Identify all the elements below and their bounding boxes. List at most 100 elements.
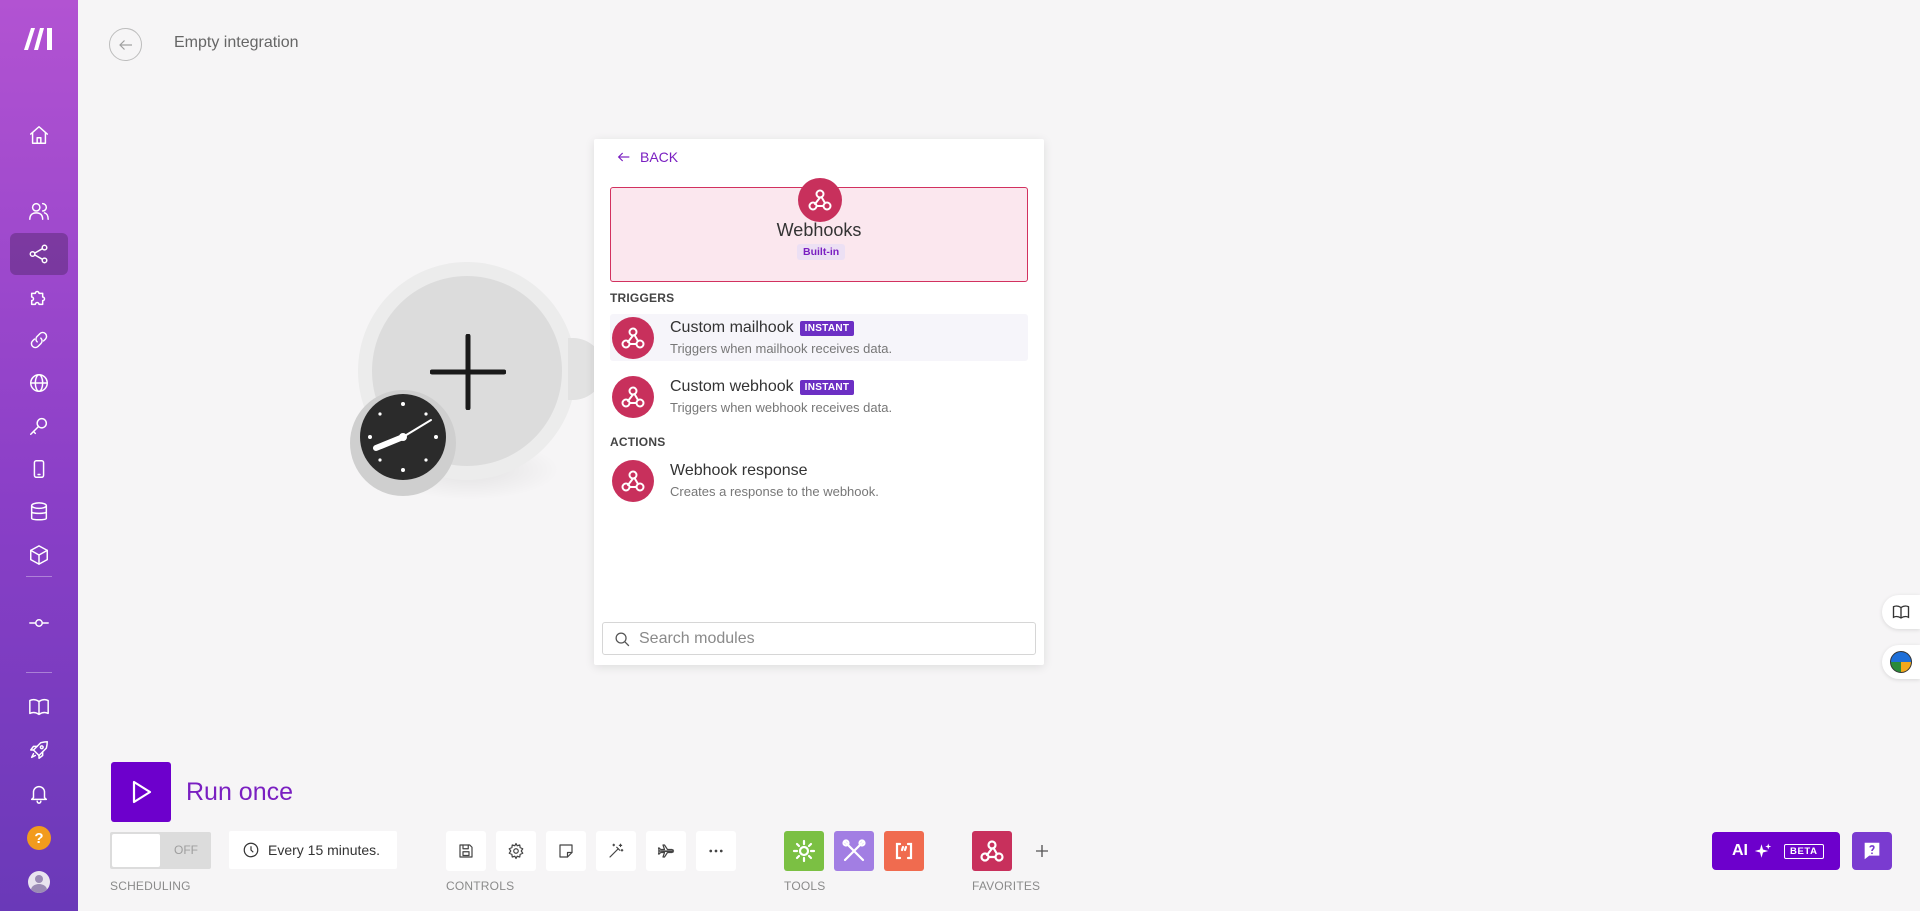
users-icon	[29, 202, 49, 220]
sidebar-item-home[interactable]	[10, 114, 68, 156]
docs-float-button[interactable]	[1882, 595, 1920, 629]
text-parser-tool[interactable]	[884, 831, 924, 871]
instant-badge: INSTANT	[799, 320, 855, 336]
run-once-label[interactable]: Run once	[186, 778, 293, 807]
module-title-text: Custom webhook	[670, 378, 794, 395]
link-icon	[30, 331, 48, 349]
make-logo-icon[interactable]	[20, 24, 58, 54]
module-title-text: Custom mailhook	[670, 319, 794, 336]
tools-label: TOOLS	[784, 879, 826, 893]
commit-icon	[29, 619, 49, 627]
gear-icon	[508, 842, 524, 860]
sidebar-item-devices[interactable]	[10, 448, 68, 490]
panel-back-label: BACK	[640, 149, 679, 165]
sidebar: ?	[0, 0, 78, 911]
run-once-button[interactable]	[111, 762, 171, 822]
module-description: Creates a response to the webhook.	[670, 484, 879, 499]
sidebar-item-webhooks[interactable]	[10, 362, 68, 404]
mobile-icon	[33, 460, 45, 478]
module-title-text: Webhook response	[670, 462, 808, 479]
arrow-left-icon	[118, 39, 132, 50]
key-icon	[30, 417, 48, 435]
bell-icon	[30, 785, 48, 804]
chat-question-icon	[1864, 842, 1880, 860]
home-icon	[30, 126, 48, 144]
clock-icon	[243, 842, 259, 858]
avatar[interactable]	[28, 871, 50, 893]
rocket-icon	[30, 741, 48, 759]
scheduling-toggle[interactable]: OFF	[110, 832, 211, 869]
more-button[interactable]	[696, 831, 736, 871]
book-icon	[1892, 605, 1910, 619]
sidebar-item-connections[interactable]	[10, 319, 68, 361]
sidebar-item-notifications[interactable]	[10, 772, 68, 814]
search-modules-box	[602, 622, 1036, 655]
explain-flow-button[interactable]	[646, 831, 686, 871]
globe-icon	[30, 374, 48, 392]
sparkle-icon	[1754, 843, 1772, 858]
search-icon	[615, 632, 630, 647]
toggle-label: OFF	[174, 843, 198, 857]
sidebar-item-whats-new[interactable]	[10, 729, 68, 771]
search-modules-input[interactable]	[639, 628, 1029, 650]
module-webhook-response[interactable]: Webhook response Creates a response to t…	[610, 457, 1028, 504]
database-icon	[30, 502, 48, 521]
sidebar-item-keys[interactable]	[10, 405, 68, 447]
flow-control-tool[interactable]	[784, 831, 824, 871]
app-card-webhooks[interactable]: Webhooks Built-in	[610, 178, 1028, 282]
sidebar-item-datastores[interactable]	[10, 491, 68, 533]
gear-icon	[792, 839, 816, 863]
module-custom-mailhook[interactable]: Custom mailhook INSTANT Triggers when ma…	[610, 314, 1028, 361]
controls-label: CONTROLS	[446, 879, 515, 893]
app-name: Webhooks	[776, 220, 862, 240]
save-button[interactable]	[446, 831, 486, 871]
actions-heading: ACTIONS	[610, 435, 666, 449]
ai-assistant-button[interactable]: AI BETA	[1712, 832, 1840, 870]
schedule-button[interactable]: Every 15 minutes.	[229, 831, 397, 869]
schedule-text: Every 15 minutes.	[268, 842, 381, 858]
toggle-knob	[112, 834, 160, 867]
beta-badge: BETA	[1784, 843, 1824, 859]
triggers-heading: TRIGGERS	[610, 291, 675, 305]
module-custom-webhook[interactable]: Custom webhook INSTANT Triggers when web…	[610, 373, 1028, 420]
module-picker-panel: BACK Webhooks Built-in TRIGGERS Custom m…	[594, 139, 1044, 665]
ai-label: AI	[1732, 842, 1748, 859]
built-in-badge: Built-in	[797, 244, 846, 260]
help-icon[interactable]: ?	[27, 826, 51, 850]
auto-align-button[interactable]	[596, 831, 636, 871]
clock-icon[interactable]	[360, 394, 446, 480]
share-nodes-icon	[29, 244, 48, 264]
add-favorite-button[interactable]	[1022, 831, 1062, 871]
play-icon	[132, 780, 152, 804]
webhook-icon	[612, 376, 654, 418]
module-title: Custom webhook INSTANT	[670, 378, 855, 396]
settings-button[interactable]	[496, 831, 536, 871]
sidebar-item-templates[interactable]	[10, 276, 68, 318]
favorite-webhooks[interactable]	[972, 831, 1012, 871]
arrow-left-icon	[617, 152, 630, 162]
back-button[interactable]	[109, 28, 142, 61]
sidebar-item-data-structures[interactable]	[10, 534, 68, 576]
panel-back-button[interactable]: BACK	[616, 149, 678, 165]
brackets-icon	[895, 842, 913, 860]
sidebar-item-flow-control[interactable]	[10, 602, 68, 644]
module-description: Triggers when mailhook receives data.	[670, 341, 893, 356]
puzzle-icon	[30, 290, 46, 306]
webhook-icon	[980, 840, 1004, 862]
sidebar-item-docs[interactable]	[10, 686, 68, 728]
instant-badge: INSTANT	[799, 379, 855, 395]
notes-button[interactable]	[546, 831, 586, 871]
note-icon	[559, 844, 573, 858]
plus-icon	[1036, 845, 1048, 857]
favorites-label: FAVORITES	[972, 879, 1041, 893]
sidebar-item-scenarios[interactable]	[10, 233, 68, 275]
language-float-button[interactable]	[1882, 645, 1920, 679]
module-description: Triggers when webhook receives data.	[670, 400, 893, 415]
tools-tool[interactable]	[834, 831, 874, 871]
sidebar-divider	[26, 576, 52, 577]
ellipsis-icon	[709, 849, 723, 853]
sidebar-item-team[interactable]	[10, 190, 68, 232]
webhook-icon	[798, 178, 842, 222]
webhook-icon	[612, 460, 654, 502]
help-chat-button[interactable]	[1852, 832, 1892, 870]
